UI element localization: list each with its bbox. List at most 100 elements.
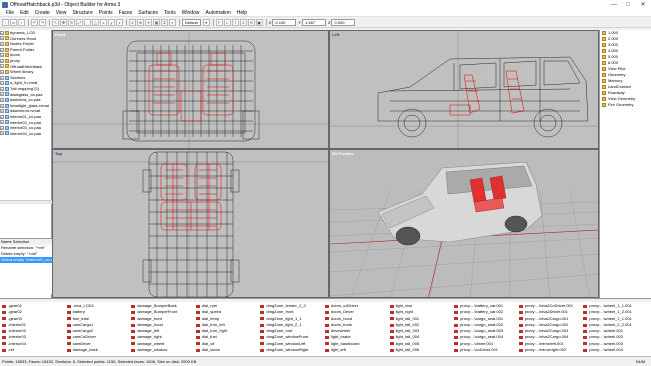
open-icon[interactable]: ▭	[10, 18, 17, 26]
folder-icon	[5, 69, 9, 74]
named-selection-item[interactable]: proxy:...\coDriver.001	[454, 347, 519, 353]
preview-viewport[interactable]: 3D Preview	[329, 149, 599, 298]
menu-help[interactable]: Help	[234, 10, 250, 16]
menu-window[interactable]: Window	[179, 10, 203, 16]
menu-edit[interactable]: Edit	[17, 10, 32, 16]
named-selection-item[interactable]: damage_back	[66, 347, 132, 353]
view-left-icon[interactable]: L	[223, 18, 231, 26]
expand-icon[interactable]: +	[0, 41, 4, 46]
expand-icon[interactable]: +	[0, 69, 4, 74]
top-viewport[interactable]: Top	[52, 149, 329, 298]
expand-icon[interactable]: +	[0, 92, 4, 97]
lock-z-icon[interactable]: z	[116, 18, 123, 26]
selection-icon	[454, 336, 459, 340]
expand-icon[interactable]: +	[0, 75, 4, 80]
selection-icon	[583, 323, 588, 327]
lod-list[interactable]: 1.000 2.000 3.000 4.000 5.000 6.000 View Pilot…	[599, 30, 651, 298]
save-icon[interactable]: ▪	[18, 18, 25, 26]
expand-icon[interactable]: +	[0, 97, 4, 102]
select-icon[interactable]: ↖	[52, 18, 59, 26]
scale-icon[interactable]: ⤢	[76, 18, 83, 26]
z-coord-input[interactable]: 0.000	[331, 18, 356, 26]
redo-icon[interactable]: ↷	[39, 18, 46, 26]
tree-scrollbar[interactable]	[0, 200, 52, 204]
zoom-icon[interactable]: ⌕	[169, 18, 176, 26]
status-text: Points: 15533, Faces: 15432, Sections: 6…	[2, 359, 197, 364]
lod-icon	[602, 37, 606, 41]
expand-icon[interactable]: +	[0, 53, 4, 58]
selection-icon	[389, 310, 394, 314]
expand-icon[interactable]: +	[0, 47, 4, 52]
view-reset-icon[interactable]: ⟲	[247, 18, 255, 26]
view-fit-icon[interactable]: ▣	[255, 18, 263, 26]
named-selection-item[interactable]: proxy:...\wheel.004	[583, 347, 648, 353]
expand-icon[interactable]: +	[0, 30, 4, 35]
menu-view[interactable]: View	[53, 10, 70, 16]
name-selection-line[interactable]: Select empty "interior01_co.paa"	[0, 257, 52, 263]
lod-icon	[602, 91, 606, 95]
new-icon[interactable]: ▫	[2, 18, 9, 26]
selection-icon	[324, 317, 329, 321]
section-icon	[5, 81, 9, 86]
expand-icon[interactable]: +	[0, 125, 4, 130]
mode-select[interactable]: Default	[182, 18, 201, 26]
named-selection-item[interactable]: dial_tacho	[195, 347, 261, 353]
menu-surfaces[interactable]: Surfaces	[135, 10, 161, 16]
menu-points[interactable]: Points	[96, 10, 116, 16]
move-icon[interactable]: ✥	[60, 18, 67, 26]
expand-icon[interactable]: +	[0, 58, 4, 63]
y-coord-input[interactable]: 1.467	[302, 18, 327, 26]
selection-icon	[131, 310, 136, 314]
lod-item[interactable]: Fire Geometry	[600, 102, 651, 108]
expand-icon[interactable]: +	[0, 36, 4, 41]
faces-icon[interactable]: △	[92, 18, 99, 26]
named-selection-item[interactable]: damage_window	[131, 347, 196, 353]
expand-icon[interactable]: +	[0, 64, 4, 69]
maximize-button[interactable]: □	[621, 0, 635, 9]
grid-icon[interactable]: #	[129, 18, 136, 26]
menu-tools[interactable]: Tools	[161, 10, 179, 16]
front-viewport[interactable]: Front	[52, 30, 329, 149]
expand-icon[interactable]: +	[0, 114, 4, 119]
selection-tree[interactable]: + dynamic_LOD + Gunners Hood + Nodes Folder + P…	[0, 30, 52, 200]
named-selection-item[interactable]: dmgZone_windowRight	[260, 347, 325, 353]
expand-icon[interactable]: +	[0, 86, 4, 91]
lock-y-icon[interactable]: y	[108, 18, 115, 26]
selection-icon	[260, 336, 265, 340]
expand-icon[interactable]: +	[0, 103, 4, 108]
selection-icon	[583, 348, 588, 352]
x-coord-input[interactable]: 0.100	[272, 18, 297, 26]
view-3d-icon[interactable]: 3	[239, 18, 247, 26]
view-front-icon[interactable]: F	[215, 18, 223, 26]
section-icon	[5, 109, 9, 114]
menu-faces[interactable]: Faces	[116, 10, 136, 16]
wire-icon[interactable]: ⌗	[161, 18, 168, 26]
texture-icon[interactable]: ▦	[153, 18, 160, 26]
expand-icon[interactable]: +	[0, 109, 4, 114]
menu-structure[interactable]: Structure	[69, 10, 95, 16]
menu-file[interactable]: File	[3, 10, 17, 16]
expand-icon[interactable]: +	[0, 131, 4, 136]
minimize-button[interactable]: —	[607, 0, 621, 9]
named-selection-item[interactable]: proxy:...\mirrorright.002	[518, 347, 584, 353]
named-selection-item[interactable]: -ret	[2, 347, 67, 353]
undo-icon[interactable]: ↶	[31, 18, 38, 26]
menu-automation[interactable]: Automation	[203, 10, 234, 16]
view-top-icon[interactable]: T	[231, 18, 239, 26]
menu-create[interactable]: Create	[32, 10, 53, 16]
left-viewport[interactable]: Left	[329, 30, 599, 149]
named-selection-item[interactable]: light_tail_006	[389, 347, 455, 353]
close-button[interactable]: ✕	[635, 0, 651, 9]
rotate-icon[interactable]: ↻	[68, 18, 75, 26]
snap-icon[interactable]: ⊕	[137, 18, 144, 26]
lights-icon[interactable]: ☀	[145, 18, 152, 26]
named-selection-item[interactable]: light_left	[324, 347, 390, 353]
expand-icon[interactable]: +	[0, 120, 4, 125]
expand-icon[interactable]: +	[0, 81, 4, 86]
lod-icon	[602, 97, 606, 101]
points-icon[interactable]: ·	[84, 18, 91, 26]
selection-icon	[389, 304, 394, 308]
dropdown-icon[interactable]: ▾	[202, 18, 210, 26]
tree-item[interactable]: + interior04_co.paa	[0, 131, 52, 137]
lock-x-icon[interactable]: x	[100, 18, 107, 26]
